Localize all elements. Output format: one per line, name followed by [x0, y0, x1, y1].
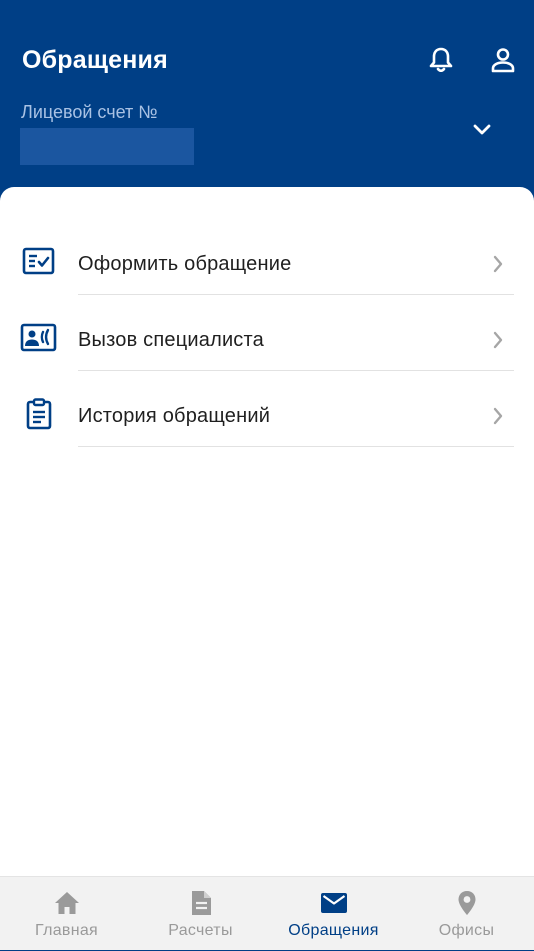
- tab-offices[interactable]: Офисы: [400, 877, 533, 951]
- tab-requests[interactable]: Обращения: [267, 877, 400, 951]
- home-icon: [0, 889, 133, 917]
- content-sheet: Оформить обращение Вызов специалиста Ист…: [0, 187, 534, 876]
- clipboard-icon: [20, 398, 58, 430]
- menu-item-label: Оформить обращение: [78, 253, 292, 275]
- menu-item-call-specialist[interactable]: Вызов специалиста: [0, 282, 534, 371]
- tab-label: Офисы: [438, 922, 495, 939]
- tab-payments[interactable]: Расчеты: [134, 877, 267, 951]
- tab-label: Обращения: [288, 922, 379, 939]
- tab-label: Главная: [35, 922, 98, 939]
- tab-home[interactable]: Главная: [0, 877, 133, 951]
- chevron-down-icon: [472, 123, 492, 142]
- tab-label: Расчеты: [168, 922, 233, 939]
- bottom-tab-bar: Главная Расчеты Обращения Офисы: [0, 876, 534, 950]
- menu-item-new-request[interactable]: Оформить обращение: [0, 206, 534, 295]
- user-icon: [490, 46, 516, 79]
- menu-item-label: История обращений: [78, 405, 271, 427]
- document-icon: [134, 889, 267, 917]
- chevron-right-icon: [489, 405, 507, 427]
- bell-icon: [428, 46, 454, 79]
- contact-card-icon: [20, 322, 58, 354]
- menu-item-request-history[interactable]: История обращений: [0, 358, 534, 447]
- chevron-right-icon: [489, 253, 507, 275]
- page-title: Обращения: [22, 46, 168, 74]
- menu-item-label: Вызов специалиста: [78, 329, 264, 351]
- profile-button[interactable]: [487, 46, 519, 78]
- checklist-form-icon: [20, 246, 58, 278]
- account-selector-button[interactable]: [468, 118, 496, 146]
- account-label: Лицевой счет №: [21, 102, 158, 122]
- divider: [78, 446, 514, 447]
- map-pin-icon: [400, 889, 533, 917]
- account-number: [20, 128, 194, 165]
- notifications-button[interactable]: [425, 46, 457, 78]
- chevron-right-icon: [489, 329, 507, 351]
- envelope-icon: [267, 889, 400, 917]
- app-header: Обращения Лицевой счет №: [0, 0, 534, 200]
